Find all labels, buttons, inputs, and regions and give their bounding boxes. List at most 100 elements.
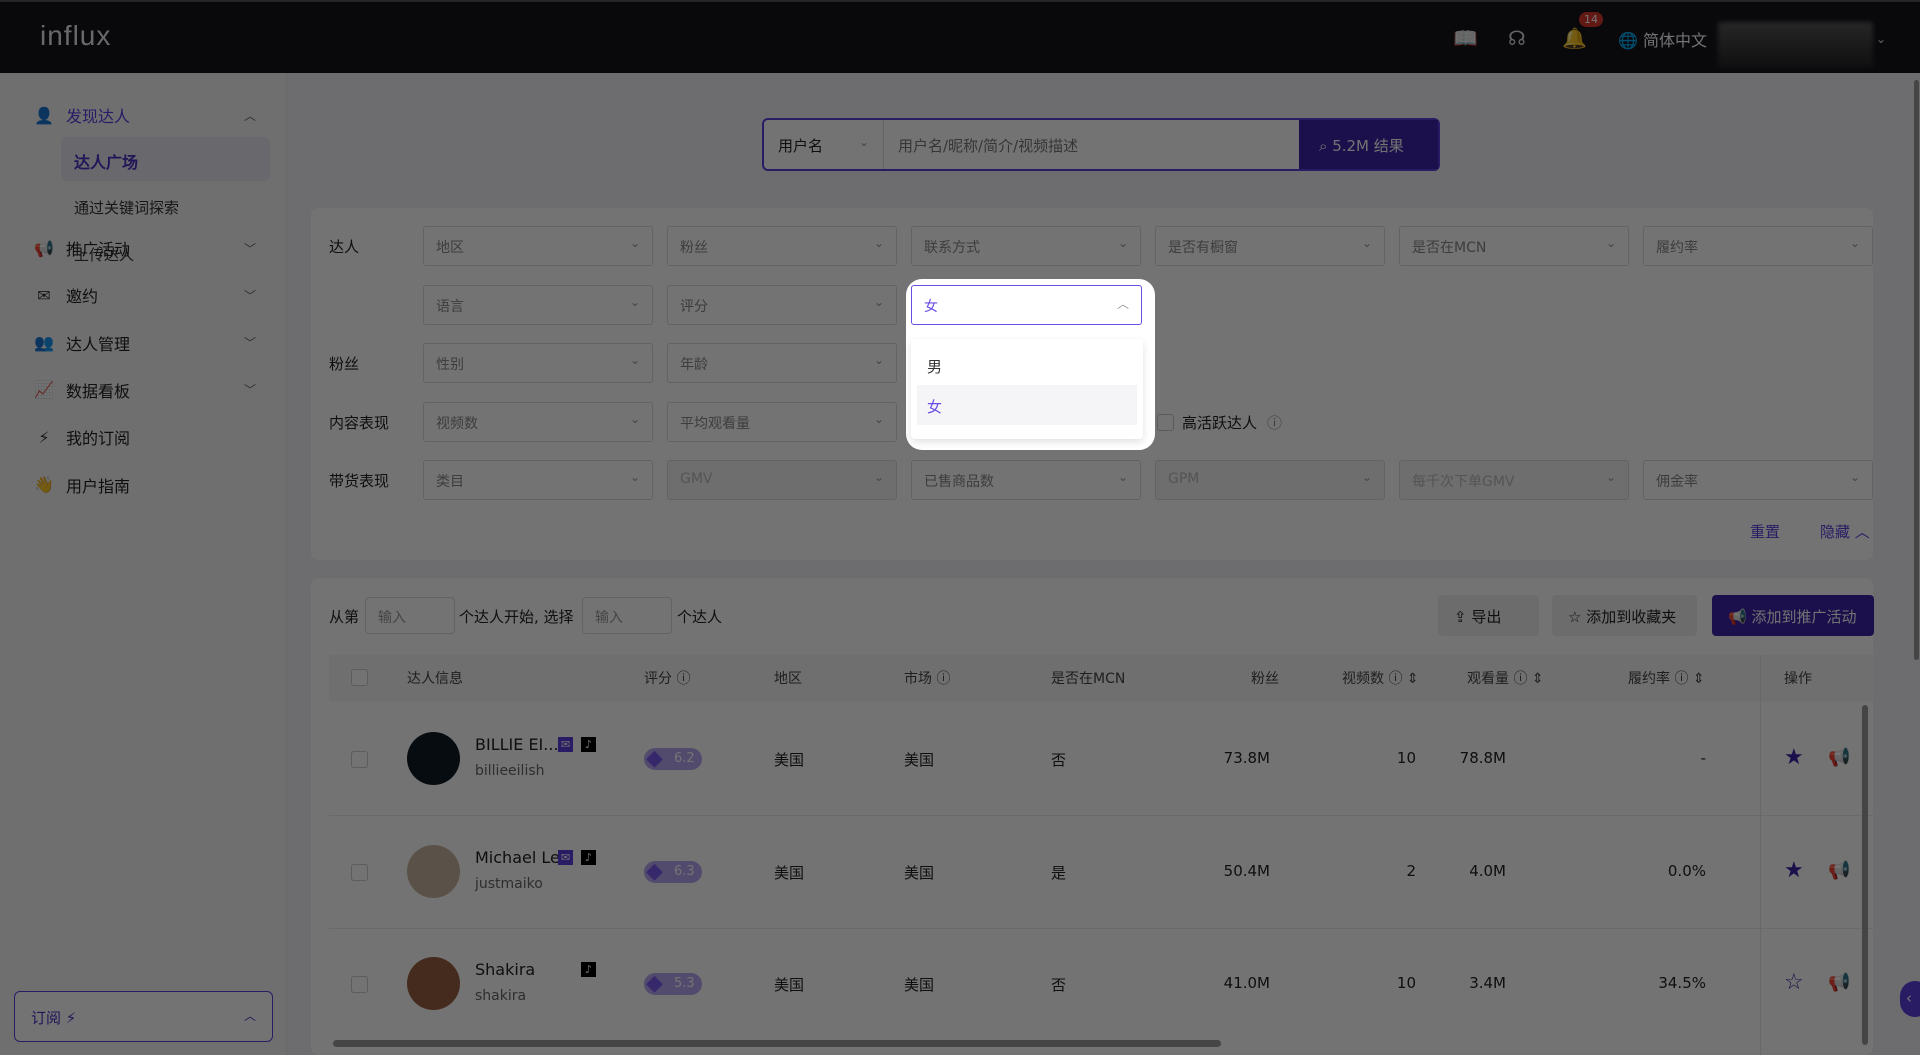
filter-group-label: 粉丝 [329, 355, 360, 373]
language-switch[interactable]: 🌐 简体中文 [1618, 27, 1707, 51]
filter-select[interactable]: GMV ⌄ [667, 460, 897, 500]
sidebar-item[interactable]: 👋 用户指南 [34, 473, 256, 497]
sidebar-sub-creator-plaza[interactable]: 达人广场 [61, 137, 270, 181]
bell-icon[interactable]: 🔔 [1562, 26, 1587, 50]
filter-select[interactable]: 地区 ⌄ [423, 226, 653, 266]
page-scrollbar[interactable] [1914, 80, 1919, 660]
option-male[interactable]: 男 [917, 345, 1137, 385]
export-button[interactable]: ⇪ 导出 [1438, 595, 1539, 636]
cell-mcn: 否 [1051, 751, 1067, 769]
cell-views: 78.8M [1459, 749, 1506, 767]
sort-icon[interactable]: ⇕ [1688, 671, 1705, 687]
favorite-star-icon[interactable]: ★ [1784, 745, 1804, 770]
tiktok-icon: ♪ [581, 849, 597, 865]
help-icon[interactable]: ⓘ [1267, 412, 1282, 433]
filter-select-label: GMV [680, 471, 713, 487]
chevron-down-icon[interactable]: ⌄ [1876, 32, 1886, 46]
add-favorite-button[interactable]: ☆ 添加到收藏夹 [1552, 595, 1697, 636]
megaphone-icon: 📢 [1728, 608, 1747, 626]
filter-select[interactable]: 评分 ⌄ [667, 285, 897, 325]
favorite-star-icon[interactable]: ★ [1784, 858, 1804, 883]
cell-videos: 2 [1406, 861, 1416, 880]
select-all-checkbox[interactable] [351, 669, 368, 686]
gender-select-open[interactable]: 女 ︿ [911, 285, 1142, 325]
filter-select[interactable]: 履约率 ⌄ [1643, 226, 1873, 266]
filter-select[interactable]: 平均观看量 ⌄ [667, 402, 897, 442]
avatar[interactable] [407, 957, 460, 1010]
tiktok-icon: ♪ [581, 962, 597, 977]
headset-icon[interactable]: ☊ [1508, 26, 1526, 50]
user-menu[interactable] [1718, 22, 1873, 68]
cell-rate: 0.0% [1667, 861, 1706, 880]
megaphone-icon[interactable]: 📢 [1828, 860, 1850, 881]
column-header[interactable]: 市场 ⓘ [904, 668, 950, 688]
collapse-button[interactable]: ‹ [1900, 981, 1920, 1017]
column-header[interactable]: 履约率 ⓘ ⇕ [1628, 668, 1705, 688]
sidebar-item[interactable]: 👥 达人管理 ﹀ [34, 331, 256, 355]
column-header[interactable]: 观看量 ⓘ ⇕ [1467, 668, 1544, 688]
count-input[interactable]: 输入 [582, 597, 672, 634]
sidebar-sub-keyword[interactable]: 通过关键词探索 [74, 197, 179, 218]
megaphone-icon[interactable]: 📢 [1828, 972, 1850, 993]
favorite-star-icon[interactable]: ☆ [1784, 970, 1804, 995]
active-creator-checkbox[interactable] [1157, 414, 1174, 431]
search-type-select[interactable]: 用户名 ⌄ [764, 120, 884, 169]
table-scrollbar[interactable] [1862, 705, 1868, 1045]
sort-icon[interactable]: ⇕ [1402, 671, 1419, 687]
filter-select[interactable]: 已售商品数 ⌄ [911, 460, 1141, 500]
chevron-down-icon: ⌄ [873, 236, 884, 250]
row-checkbox[interactable] [351, 751, 368, 768]
avatar[interactable] [407, 732, 460, 785]
sidebar-item-discover[interactable]: 👤 发现达人 ︿ [34, 103, 256, 127]
sidebar-item[interactable]: 📈 数据看板 ﹀ [34, 378, 256, 402]
filter-select-label: 性别 [436, 357, 464, 373]
chevron-down-icon: ⌄ [1849, 236, 1860, 250]
search-button[interactable]: ⌕ 5.2M 结果 [1299, 120, 1438, 169]
row-checkbox[interactable] [351, 976, 368, 993]
subscribe-panel[interactable]: 订阅 ⚡ ︿ [14, 991, 273, 1042]
book-icon[interactable]: 📖 [1453, 26, 1478, 50]
filter-select[interactable]: 类目 ⌄ [423, 460, 653, 500]
creator-name[interactable]: BILLIE EI... [475, 735, 559, 754]
option-female[interactable]: 女 [917, 385, 1137, 425]
column-header[interactable]: 达人信息 [407, 668, 463, 688]
column-header[interactable]: 是否在MCN [1051, 668, 1125, 688]
filter-select[interactable]: 每千次下单GMV ⌄ [1399, 460, 1629, 500]
reset-link[interactable]: 重置 [1750, 521, 1780, 542]
column-header[interactable]: 评分 ⓘ [644, 668, 690, 688]
column-header[interactable]: 视频数 ⓘ ⇕ [1342, 668, 1419, 688]
start-index-input[interactable]: 输入 [365, 597, 455, 634]
cell-market: 美国 [904, 863, 935, 882]
hide-link[interactable]: 隐藏 ︿ [1820, 521, 1870, 542]
column-header[interactable]: 粉丝 [1251, 668, 1279, 688]
filter-select[interactable]: GPM ⌄ [1155, 460, 1385, 500]
chevron-down-icon: ﹀ [243, 241, 256, 256]
filter-select[interactable]: 性别 ⌄ [423, 343, 653, 383]
avatar[interactable] [407, 844, 460, 898]
filter-select[interactable]: 是否有橱窗 ⌄ [1155, 226, 1385, 266]
sidebar-item[interactable]: ✉ 邀约 ﹀ [34, 283, 256, 307]
creator-name[interactable]: Michael Le [475, 848, 560, 867]
column-header[interactable]: 地区 [774, 668, 802, 688]
row-checkbox[interactable] [351, 863, 368, 881]
cell-mcn: 是 [1051, 863, 1067, 882]
sidebar-item[interactable]: ⚡ 我的订阅 [34, 425, 256, 449]
search-input[interactable]: 用户名/昵称/简介/视频描述 [884, 120, 1299, 169]
logo[interactable]: influx [40, 20, 111, 52]
filter-select[interactable]: 年龄 ⌄ [667, 343, 897, 383]
horizontal-scrollbar[interactable] [333, 1040, 1221, 1047]
sort-icon[interactable]: ⇕ [1527, 671, 1544, 687]
filter-select[interactable]: 粉丝 ⌄ [667, 226, 897, 266]
sidebar-label: 邀约 [66, 287, 99, 307]
filter-select[interactable]: 佣金率 ⌄ [1643, 460, 1873, 500]
column-header[interactable]: 操作 [1784, 668, 1812, 688]
creator-name[interactable]: Shakira [475, 960, 535, 979]
filter-select[interactable]: 是否在MCN ⌄ [1399, 226, 1629, 266]
filter-select[interactable]: 语言 ⌄ [423, 285, 653, 325]
filter-select[interactable]: 联系方式 ⌄ [911, 226, 1141, 266]
filter-select[interactable]: 视频数 ⌄ [423, 402, 653, 442]
add-campaign-button[interactable]: 📢 添加到推广活动 [1712, 595, 1874, 636]
megaphone-icon[interactable]: 📢 [1828, 747, 1850, 768]
sidebar-item[interactable]: 📢 推广活动 ﹀ [34, 236, 256, 260]
filter-select-label: 履约率 [1656, 240, 1698, 256]
